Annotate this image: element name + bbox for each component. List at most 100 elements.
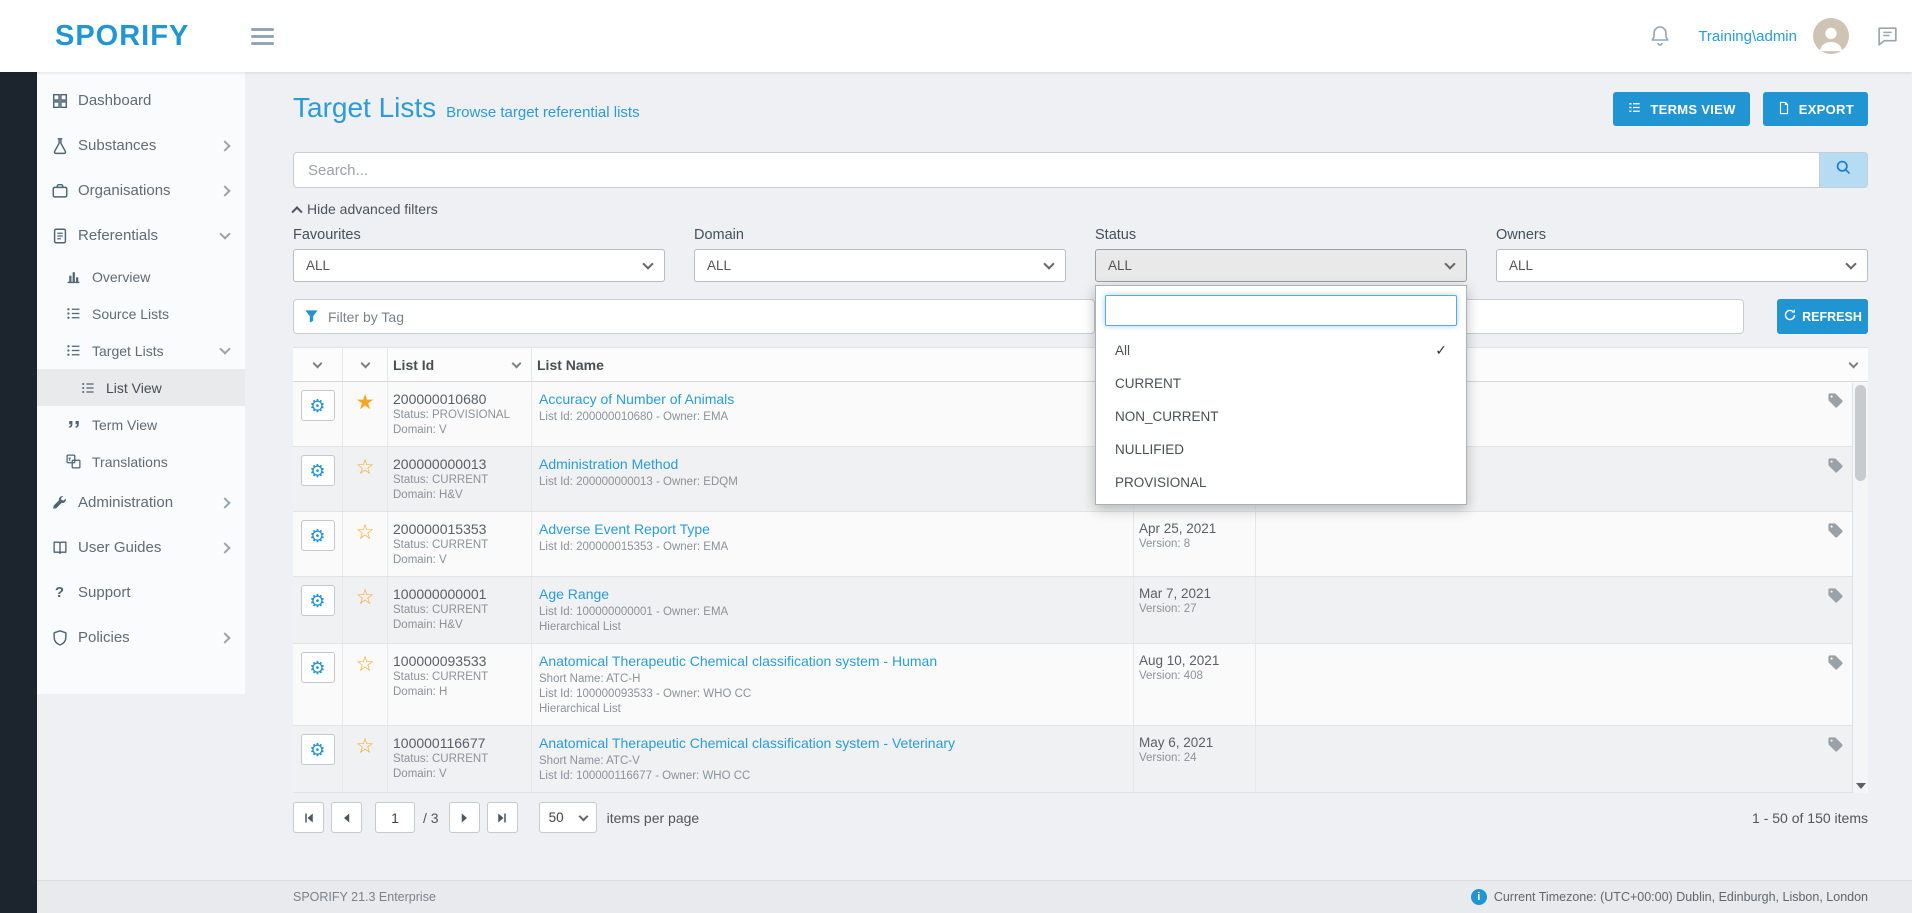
book-icon <box>50 538 69 557</box>
search-input[interactable] <box>293 152 1868 188</box>
sidebar-item-term-view[interactable]: Term View <box>37 406 245 443</box>
column-header-list-name[interactable]: List Name <box>532 357 604 373</box>
settings-button[interactable]: ⚙ <box>301 455 335 486</box>
table-row: ⚙ ☆ 200000015353 Status: CURRENT Domain:… <box>293 512 1868 577</box>
sidebar-item-source-lists[interactable]: Source Lists <box>37 295 245 332</box>
sidebar-item-organisations[interactable]: Organisations <box>37 168 245 213</box>
sidebar-item-support[interactable]: ? Support <box>37 570 245 615</box>
list-name-link[interactable]: Adverse Event Report Type <box>539 520 1133 538</box>
flask-icon <box>50 136 69 155</box>
sidebar-item-user-guides[interactable]: User Guides <box>37 525 245 570</box>
favourite-star-outline[interactable]: ☆ <box>356 587 375 608</box>
column-menu-icon[interactable] <box>512 358 522 368</box>
sidebar-item-policies[interactable]: Policies <box>37 615 245 660</box>
sidebar: Dashboard Substances Organisations Refer… <box>37 72 245 694</box>
sidebar-item-substances[interactable]: Substances <box>37 123 245 168</box>
filter-icon <box>304 309 319 324</box>
settings-button[interactable]: ⚙ <box>301 390 335 421</box>
chevron-right-icon <box>219 497 230 508</box>
dropdown-search-input[interactable] <box>1105 295 1457 326</box>
last-page-button[interactable] <box>487 802 518 833</box>
next-page-button[interactable] <box>449 802 480 833</box>
favourite-star-outline[interactable]: ☆ <box>356 457 375 478</box>
tag-icon[interactable] <box>1827 522 1844 568</box>
bell-icon[interactable] <box>1648 24 1672 48</box>
menu-icon[interactable] <box>251 28 274 45</box>
page-input[interactable] <box>375 802 415 833</box>
tag-filter-input[interactable] <box>293 299 1095 334</box>
tag-icon[interactable] <box>1827 654 1844 717</box>
dropdown-option-provisional[interactable]: PROVISIONAL <box>1105 466 1457 499</box>
updated-date: May 6, 2021 <box>1139 734 1255 751</box>
settings-button[interactable]: ⚙ <box>301 520 335 551</box>
domain-select[interactable]: ALL <box>694 249 1066 282</box>
user-name[interactable]: Training\admin <box>1698 28 1797 45</box>
favourites-select[interactable]: ALL <box>293 249 665 282</box>
scroll-down-icon[interactable] <box>1856 783 1866 789</box>
list-meta: List Id: 200000015353 - Owner: EMA <box>539 540 1133 555</box>
version-text: Version: 24 <box>1139 751 1255 766</box>
export-button[interactable]: EXPORT <box>1763 92 1868 126</box>
avatar[interactable] <box>1813 18 1849 54</box>
list-name-link[interactable]: Accuracy of Number of Animals <box>539 390 1133 408</box>
list-icon <box>78 378 97 397</box>
column-menu-icon[interactable] <box>313 358 323 368</box>
chat-icon[interactable] <box>1875 24 1900 49</box>
search-button[interactable] <box>1819 152 1868 188</box>
sidebar-item-dashboard[interactable]: Dashboard <box>37 78 245 123</box>
chevron-down-icon <box>1043 258 1054 269</box>
chevron-up-icon <box>291 206 302 217</box>
column-menu-icon[interactable] <box>360 358 370 368</box>
page-size-select[interactable]: 50 <box>539 802 597 833</box>
tag-icon[interactable] <box>1827 392 1844 438</box>
version-text: Version: 27 <box>1139 602 1255 617</box>
list-name-link[interactable]: Anatomical Therapeutic Chemical classifi… <box>539 734 1133 752</box>
list-name-link[interactable]: Age Range <box>539 585 1133 603</box>
advanced-filters-toggle[interactable]: Hide advanced filters <box>293 201 1868 217</box>
list-meta: List Id: 100000116677 - Owner: WHO CC <box>539 769 1133 784</box>
sidebar-item-administration[interactable]: Administration <box>37 480 245 525</box>
prev-page-button[interactable] <box>331 802 362 833</box>
sidebar-item-target-lists[interactable]: Target Lists <box>37 332 245 369</box>
favourite-star-outline[interactable]: ☆ <box>356 522 375 543</box>
scrollbar[interactable] <box>1852 383 1868 793</box>
list-icon <box>64 341 83 360</box>
dropdown-option-nullified[interactable]: NULLIFIED <box>1105 433 1457 466</box>
column-menu-icon[interactable] <box>1849 358 1859 368</box>
settings-button[interactable]: ⚙ <box>301 652 335 683</box>
favourite-star-outline[interactable]: ☆ <box>356 736 375 757</box>
column-header-list-id[interactable]: List Id <box>388 357 434 373</box>
search-icon <box>1835 159 1852 181</box>
tag-icon[interactable] <box>1827 587 1844 635</box>
sidebar-item-list-view[interactable]: List View <box>37 369 245 406</box>
refresh-button[interactable]: REFRESH <box>1777 299 1868 334</box>
hierarchical-flag: Hierarchical List <box>539 702 1133 717</box>
settings-button[interactable]: ⚙ <box>301 734 335 765</box>
list-name-link[interactable]: Anatomical Therapeutic Chemical classifi… <box>539 652 1133 670</box>
settings-button[interactable]: ⚙ <box>301 585 335 616</box>
tag-icon[interactable] <box>1827 736 1844 784</box>
dropdown-option-non-current[interactable]: NON_CURRENT <box>1105 400 1457 433</box>
table-row: ⚙ ★ 200000010680 Status: PROVISIONAL Dom… <box>293 382 1868 447</box>
terms-view-button[interactable]: TERMS VIEW <box>1613 92 1749 126</box>
scrollbar-thumb[interactable] <box>1855 385 1866 481</box>
chevron-down-icon <box>578 811 588 821</box>
chevron-down-icon <box>219 343 230 354</box>
favourite-star-filled[interactable]: ★ <box>356 392 375 413</box>
page-subtitle: Browse target referential lists <box>446 104 639 121</box>
sidebar-item-referentials[interactable]: Referentials <box>37 213 245 258</box>
dropdown-option-current[interactable]: CURRENT <box>1105 367 1457 400</box>
status-select[interactable]: ALL <box>1095 249 1467 282</box>
table-row: ⚙ ☆ 200000000013 Status: CURRENT Domain:… <box>293 447 1868 512</box>
translate-icon <box>64 452 83 471</box>
owners-select[interactable]: ALL <box>1496 249 1868 282</box>
chevron-down-icon <box>1845 258 1856 269</box>
tag-icon[interactable] <box>1827 457 1844 503</box>
sidebar-item-translations[interactable]: Translations <box>37 443 245 480</box>
first-page-button[interactable] <box>293 802 324 833</box>
dropdown-option-all[interactable]: All ✓ <box>1105 334 1457 367</box>
list-name-link[interactable]: Administration Method <box>539 455 1133 473</box>
favourite-star-outline[interactable]: ☆ <box>356 654 375 675</box>
updated-date: Aug 10, 2021 <box>1139 652 1255 669</box>
sidebar-item-overview[interactable]: Overview <box>37 258 245 295</box>
